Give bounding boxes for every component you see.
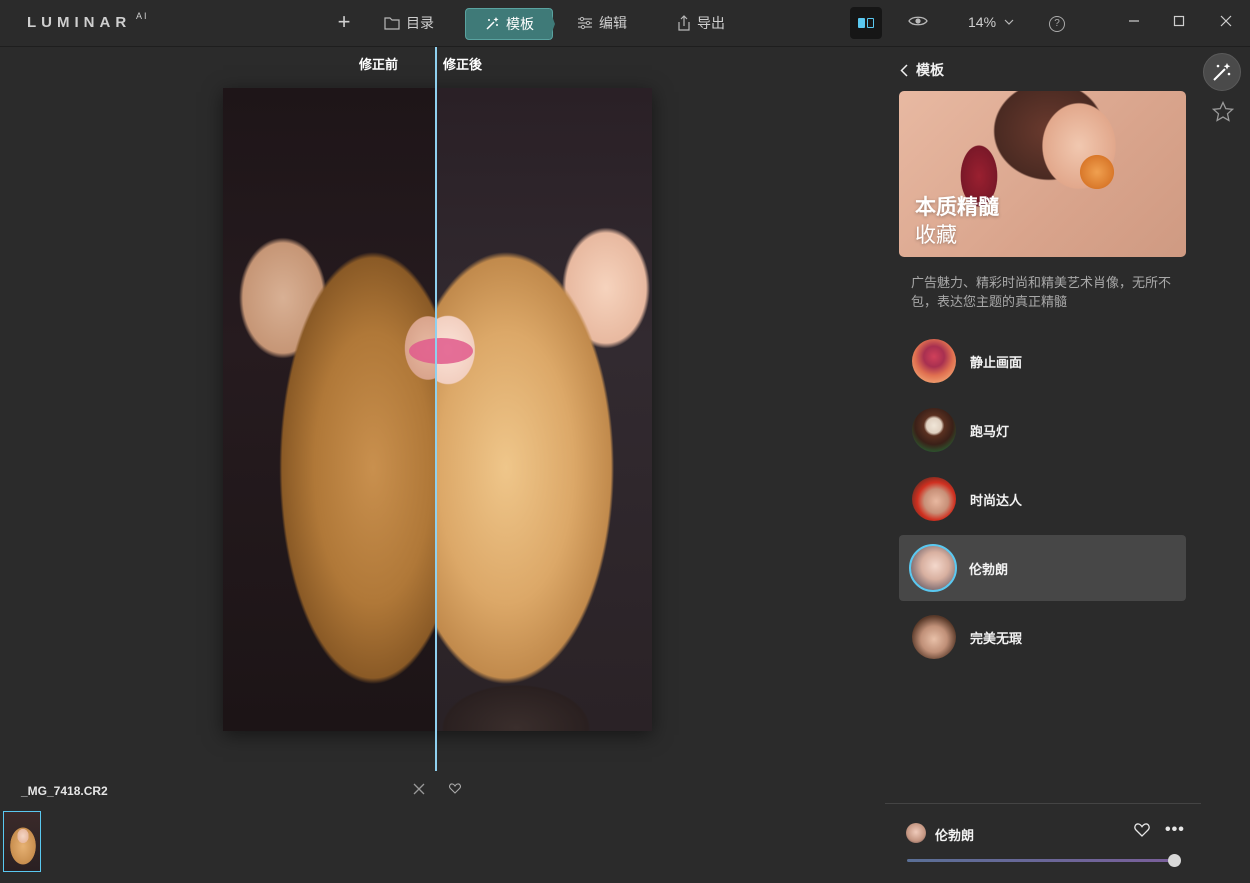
close-icon	[413, 783, 425, 795]
template-item-fashionista[interactable]: 时尚达人	[899, 466, 1186, 532]
filmstrip-thumbnail[interactable]	[3, 811, 41, 872]
template-item-still-life[interactable]: 静止画面	[899, 328, 1186, 394]
zoom-dropdown[interactable]: 14%	[968, 14, 1014, 30]
minimize-button[interactable]	[1124, 13, 1144, 33]
magic-wand-icon	[1213, 63, 1231, 81]
compare-divider-handle[interactable]	[435, 47, 437, 771]
app-logo-suffix: AI	[136, 11, 149, 21]
compare-toggle-button[interactable]	[850, 7, 882, 39]
template-thumbnail	[912, 339, 956, 383]
before-label: 修正前	[359, 57, 399, 72]
favorites-button[interactable]	[1211, 100, 1235, 129]
template-thumbnail	[912, 408, 956, 452]
template-label: 跑马灯	[970, 423, 1010, 439]
share-icon	[678, 15, 690, 31]
template-item-marquee[interactable]: 跑马灯	[899, 397, 1186, 463]
favorite-image-button[interactable]	[449, 781, 461, 797]
maximize-icon	[1173, 15, 1185, 27]
view-button[interactable]	[908, 14, 928, 33]
template-label: 时尚达人	[970, 492, 1023, 508]
add-button[interactable]: +	[333, 10, 355, 34]
photo-preview[interactable]	[223, 88, 652, 731]
side-toolbar	[1203, 53, 1241, 122]
template-thumbnail	[909, 544, 957, 592]
template-item-flawless[interactable]: 完美无瑕	[899, 604, 1186, 670]
reject-button[interactable]	[413, 780, 425, 800]
heart-icon	[1134, 823, 1150, 837]
photo-before-half	[223, 88, 436, 731]
tab-edit-label: 编辑	[599, 15, 627, 31]
folder-icon	[384, 17, 400, 30]
template-label: 完美无瑕	[970, 630, 1023, 646]
template-label: 伦勃朗	[969, 561, 1009, 577]
collection-subtitle: 收藏	[915, 224, 957, 247]
templates-back-button[interactable]: 模板	[900, 60, 944, 80]
chevron-down-icon	[1004, 19, 1014, 25]
photo-after-half	[436, 88, 652, 731]
compare-before-icon	[858, 18, 865, 28]
selected-template-thumbnail	[906, 823, 926, 843]
sliders-icon	[578, 16, 592, 30]
collection-hero-card: 本质精髓 收藏	[899, 91, 1186, 257]
maximize-button[interactable]	[1169, 13, 1189, 33]
tab-templates[interactable]: 模板	[465, 8, 553, 40]
magic-wand-icon	[486, 17, 499, 30]
tab-edit[interactable]: 编辑	[577, 8, 627, 38]
eye-icon	[908, 16, 928, 26]
collection-title: 本质精髓	[915, 196, 999, 219]
close-icon	[1220, 15, 1232, 27]
heart-icon	[449, 783, 461, 794]
panel-divider	[885, 803, 1201, 804]
zoom-value: 14%	[968, 14, 997, 30]
favorite-template-button[interactable]	[1134, 823, 1150, 842]
tab-export-label: 导出	[697, 15, 725, 31]
compare-after-icon	[867, 18, 874, 28]
selected-template-label: 伦勃朗	[935, 828, 975, 843]
template-label: 静止画面	[970, 354, 1023, 370]
template-item-rembrandt[interactable]: 伦勃朗	[899, 535, 1186, 601]
app-logo: LUMINAR	[27, 14, 132, 31]
after-label: 修正後	[443, 57, 483, 72]
template-thumbnail	[912, 477, 956, 521]
minimize-icon	[1129, 20, 1139, 22]
collection-description: 广告魅力、精彩时尚和精美艺术肖像，无所不包，表达您主题的真正精髓	[911, 275, 1172, 309]
panel-title: 模板	[916, 62, 944, 78]
filename-label: _MG_7418.CR2	[21, 784, 108, 798]
templates-tool-button[interactable]	[1203, 53, 1241, 91]
more-options-button[interactable]: •••	[1165, 821, 1185, 839]
tab-export[interactable]: 导出	[677, 8, 725, 38]
tab-catalog[interactable]: 目录	[384, 8, 434, 38]
template-amount-slider[interactable]	[907, 859, 1175, 862]
template-amount-slider-handle[interactable]	[1168, 854, 1181, 867]
chevron-left-icon	[900, 63, 908, 77]
tab-templates-arrow	[549, 8, 555, 40]
photo-detail	[409, 338, 473, 364]
help-icon[interactable]: ?	[1049, 16, 1065, 32]
star-icon	[1211, 100, 1235, 122]
template-thumbnail	[912, 615, 956, 659]
close-window-button[interactable]	[1216, 13, 1236, 33]
tab-catalog-label: 目录	[406, 15, 434, 31]
tab-templates-label: 模板	[506, 16, 534, 32]
